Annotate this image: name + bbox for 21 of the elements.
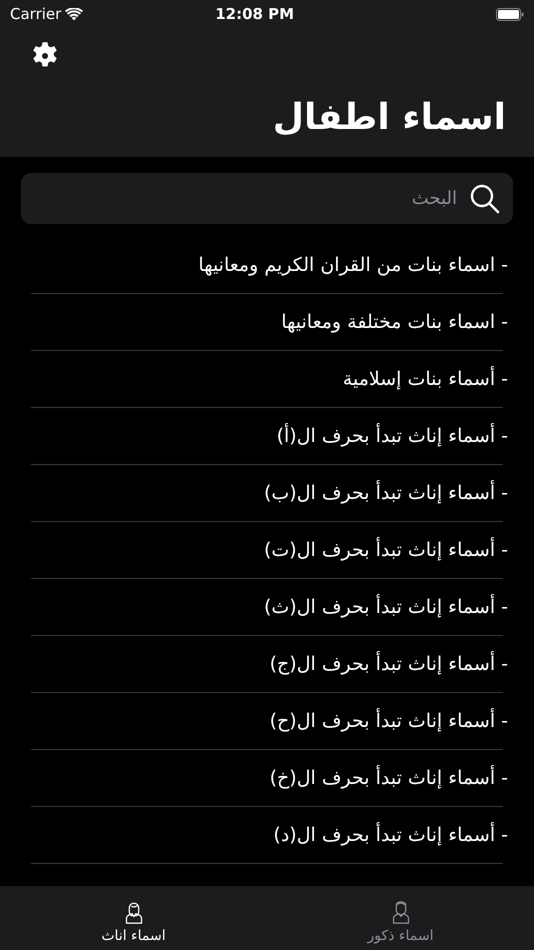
tab-button[interactable]: اسماء ذكور: [267, 886, 534, 950]
wifi-icon: [65, 8, 84, 20]
page-title: اسماء اطفال: [272, 100, 507, 136]
status-time: 12:08 PM: [214, 4, 296, 25]
list-item[interactable]: - أسماء إناث تبدأ بحرف ال(ح): [270, 706, 508, 736]
list-item[interactable]: - أسماء إناث تبدأ بحرف ال(ت): [264, 536, 508, 564]
search-field[interactable]: البحث: [21, 173, 513, 224]
list-item[interactable]: - أسماء إناث تبدأ بحرف ال(د): [273, 820, 508, 850]
search-icon: [469, 182, 501, 214]
carrier-label: Carrier: [10, 4, 62, 25]
list-item[interactable]: - اسماء بنات من القران الكريم ومعانيها: [198, 250, 508, 280]
list-item[interactable]: - اسماء بنات مختلفة ومعانيها: [281, 308, 508, 336]
list-item[interactable]: - أسماء إناث تبدأ بحرف ال(أ): [276, 422, 508, 450]
battery-icon: [496, 8, 524, 20]
list-item[interactable]: - أسماء إناث تبدأ بحرف ال(ب): [264, 478, 508, 508]
tab-button[interactable]: اسماء اناث: [0, 886, 267, 950]
list-item[interactable]: - أسماء إناث تبدأ بحرف ال(ث): [264, 592, 508, 622]
list-item[interactable]: - أسماء بنات إسلامية: [342, 364, 508, 394]
list-item[interactable]: - أسماء إناث تبدأ بحرف ال(خ): [270, 764, 508, 792]
search-input[interactable]: البحث: [33, 184, 459, 213]
list-item[interactable]: - أسماء إناث تبدأ بحرف ال(ج): [270, 650, 508, 678]
